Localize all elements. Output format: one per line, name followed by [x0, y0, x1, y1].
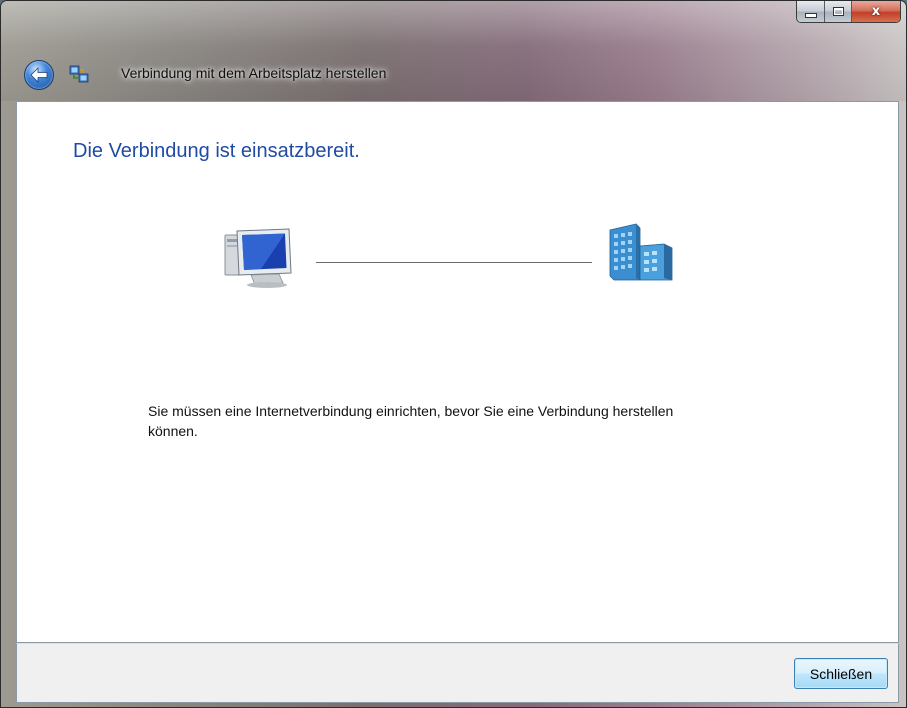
caption-buttons: x [796, 1, 901, 23]
window-title: Verbindung mit dem Arbeitsplatz herstell… [121, 65, 387, 81]
computer-icon [224, 228, 292, 288]
workplace-building-icon [609, 223, 673, 281]
connection-line [316, 262, 592, 263]
content-area: Die Verbindung ist einsatzbereit. Sie mü… [16, 101, 899, 643]
close-icon: x [871, 4, 881, 19]
wizard-window: x Verbindung mit dem Arbeitsplatz herste… [0, 0, 907, 708]
minimize-button[interactable] [797, 1, 825, 22]
info-message: Sie müssen eine Internetverbindung einri… [148, 403, 674, 439]
maximize-button[interactable] [825, 1, 852, 22]
button-bar: Schließen [16, 643, 899, 703]
network-connection-icon [69, 65, 89, 83]
back-button[interactable] [24, 60, 54, 90]
back-arrow-icon [30, 67, 48, 83]
close-button[interactable]: Schließen [794, 658, 888, 689]
window-close-button[interactable]: x [852, 1, 900, 22]
minimize-icon [804, 12, 817, 18]
page-heading: Die Verbindung ist einsatzbereit. [73, 140, 360, 162]
maximize-icon [832, 7, 844, 16]
